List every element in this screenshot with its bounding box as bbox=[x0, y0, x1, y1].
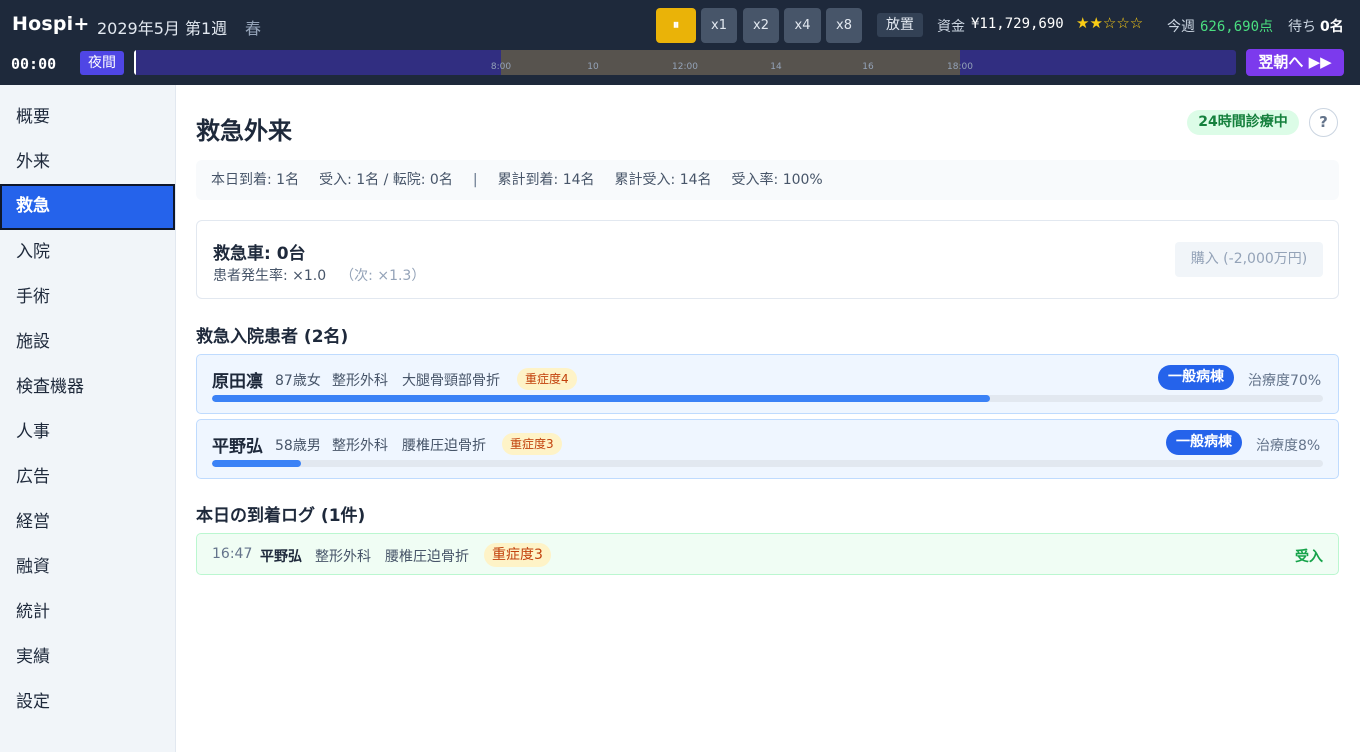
app-title: Hospi+ bbox=[12, 13, 90, 35]
treatment-progress-fill bbox=[212, 460, 301, 467]
treatment-progress-bar bbox=[212, 395, 1323, 402]
help-button[interactable]: ? bbox=[1309, 108, 1338, 137]
stat-today-arrived: 本日到着: 1名 bbox=[211, 172, 300, 188]
speed-x4-button[interactable]: x4 bbox=[784, 8, 821, 43]
timeline-tick: 16 bbox=[862, 62, 874, 72]
day-timeline[interactable]: 8:00 10 12:00 14 16 18:00 bbox=[134, 50, 1236, 75]
treatment-progress-label: 治療度8% bbox=[1256, 438, 1321, 454]
sidebar-item-advertising[interactable]: 広告 bbox=[0, 455, 175, 500]
ward-badge: 一般病棟 bbox=[1166, 430, 1242, 455]
period-badge: 夜間 bbox=[80, 51, 124, 75]
sidebar-item-statistics[interactable]: 統計 bbox=[0, 590, 175, 635]
game-clock: 00:00 bbox=[11, 55, 57, 73]
sidebar-item-outpatient[interactable]: 外来 bbox=[0, 140, 175, 185]
sidebar-item-staff[interactable]: 人事 bbox=[0, 410, 175, 455]
log-time: 16:47 bbox=[212, 546, 253, 562]
log-section-title: 本日の到着ログ (1件) bbox=[196, 506, 366, 526]
patients-section-title: 救急入院患者 (2名) bbox=[196, 327, 349, 347]
patient-name: 原田凛 bbox=[212, 372, 263, 392]
status-row: Hospi+ 2029年5月 第1週 春 ⏸ x1 x2 x4 x8 放置 資金… bbox=[0, 0, 1360, 50]
game-date: 2029年5月 第1週 bbox=[97, 19, 228, 38]
patient-diagnosis: 大腿骨頸部骨折 bbox=[402, 373, 500, 389]
sidebar-item-overview[interactable]: 概要 bbox=[0, 95, 175, 140]
timeline-daytime-band bbox=[501, 50, 960, 75]
patient-rate-next: （次: ×1.3） bbox=[340, 268, 426, 284]
status-badge: 24時間診療中 bbox=[1187, 110, 1299, 135]
sidebar-item-achievements[interactable]: 実績 bbox=[0, 635, 175, 680]
patient-age-sex: 58歳男 bbox=[275, 438, 321, 454]
waiting-label: 待ち bbox=[1288, 19, 1316, 35]
patient-name: 平野弘 bbox=[212, 437, 263, 457]
timeline-tick: 14 bbox=[770, 62, 782, 72]
timeline-tick: 10 bbox=[587, 62, 599, 72]
patient-rate: 患者発生率: ×1.0 （次: ×1.3） bbox=[213, 265, 425, 285]
arrival-log-row: 16:47 平野弘 整形外科 腰椎圧迫骨折 重症度3 受入 bbox=[196, 533, 1339, 575]
buy-ambulance-button[interactable]: 購入 (-2,000万円) bbox=[1175, 242, 1323, 277]
patient-diagnosis: 腰椎圧迫骨折 bbox=[402, 438, 486, 454]
sidebar-item-surgery[interactable]: 手術 bbox=[0, 275, 175, 320]
stat-separator: | bbox=[472, 172, 478, 188]
next-morning-button[interactable]: 翌朝へ ▶▶ bbox=[1246, 49, 1344, 76]
sidebar: 概要 外来 救急 入院 手術 施設 検査機器 人事 広告 経営 融資 統計 実績… bbox=[0, 85, 176, 752]
season-label: 春 bbox=[245, 19, 262, 38]
sidebar-item-loans[interactable]: 融資 bbox=[0, 545, 175, 590]
patient-dept: 整形外科 bbox=[332, 373, 388, 389]
stat-total-arrived: 累計到着: 14名 bbox=[497, 172, 595, 188]
log-result: 受入 bbox=[1295, 549, 1323, 565]
timeline-tick: 18:00 bbox=[947, 62, 973, 72]
patient-card[interactable]: 原田凛 87歳女 整形外科 大腿骨頸部骨折 重症度4 一般病棟 治療度70% bbox=[196, 354, 1339, 414]
speed-x2-button[interactable]: x2 bbox=[743, 8, 779, 43]
ambulance-count: 救急車: 0台 bbox=[213, 244, 306, 264]
pause-button[interactable]: ⏸ bbox=[656, 8, 696, 43]
patient-card[interactable]: 平野弘 58歳男 整形外科 腰椎圧迫骨折 重症度3 一般病棟 治療度8% bbox=[196, 419, 1339, 479]
patient-rate-current: 患者発生率: ×1.0 bbox=[213, 268, 327, 284]
stats-bar: 本日到着: 1名 受入: 1名 / 転院: 0名 | 累計到着: 14名 累計受入: 1… bbox=[196, 160, 1339, 200]
timeline-tick: 12:00 bbox=[672, 62, 698, 72]
timeline-tick: 8:00 bbox=[490, 62, 512, 72]
severity-badge: 重症度4 bbox=[517, 368, 577, 390]
page-title: 救急外来 bbox=[196, 117, 292, 145]
stat-total-accepted: 累計受入: 14名 bbox=[614, 172, 712, 188]
neglect-button[interactable]: 放置 bbox=[877, 13, 923, 37]
log-dept: 整形外科 bbox=[315, 549, 371, 565]
fund-value: ¥11,729,690 bbox=[971, 16, 1064, 32]
ward-badge: 一般病棟 bbox=[1158, 365, 1234, 390]
speed-x1-button[interactable]: x1 bbox=[701, 8, 737, 43]
sidebar-item-equipment[interactable]: 検査機器 bbox=[0, 365, 175, 410]
sidebar-item-emergency[interactable]: 救急 bbox=[0, 184, 175, 230]
treatment-progress-bar bbox=[212, 460, 1323, 467]
fund-label: 資金 bbox=[937, 19, 965, 35]
treatment-progress-label: 治療度70% bbox=[1248, 373, 1322, 389]
log-severity-badge: 重症度3 bbox=[484, 543, 551, 567]
patient-age-sex: 87歳女 bbox=[275, 373, 321, 389]
log-diagnosis: 腰椎圧迫骨折 bbox=[385, 549, 469, 565]
stat-accept-rate: 受入率: 100% bbox=[731, 172, 823, 188]
sidebar-item-management[interactable]: 経営 bbox=[0, 500, 175, 545]
sidebar-item-settings[interactable]: 設定 bbox=[0, 680, 175, 725]
main-panel: 救急外来 24時間診療中 ? 本日到着: 1名 受入: 1名 / 転院: 0名 | 累… bbox=[176, 85, 1360, 752]
week-score-label: 今週 bbox=[1167, 19, 1195, 35]
top-bar: Hospi+ 2029年5月 第1週 春 ⏸ x1 x2 x4 x8 放置 資金… bbox=[0, 0, 1360, 85]
stat-accepted: 受入: 1名 / 転院: 0名 bbox=[319, 172, 453, 188]
rating-stars: ★★☆☆☆ bbox=[1076, 14, 1144, 32]
week-score-value: 626,690点 bbox=[1200, 19, 1274, 35]
speed-x8-button[interactable]: x8 bbox=[826, 8, 862, 43]
patient-dept: 整形外科 bbox=[332, 438, 388, 454]
sidebar-item-inpatient[interactable]: 入院 bbox=[0, 230, 175, 275]
treatment-progress-fill bbox=[212, 395, 990, 402]
ambulance-card: 救急車: 0台 患者発生率: ×1.0 （次: ×1.3） 購入 (-2,000万… bbox=[196, 220, 1339, 299]
waiting-value: 0名 bbox=[1320, 19, 1344, 35]
timeline-cursor bbox=[134, 50, 136, 75]
severity-badge: 重症度3 bbox=[502, 433, 562, 455]
log-patient-name: 平野弘 bbox=[260, 549, 302, 565]
sidebar-item-facilities[interactable]: 施設 bbox=[0, 320, 175, 365]
